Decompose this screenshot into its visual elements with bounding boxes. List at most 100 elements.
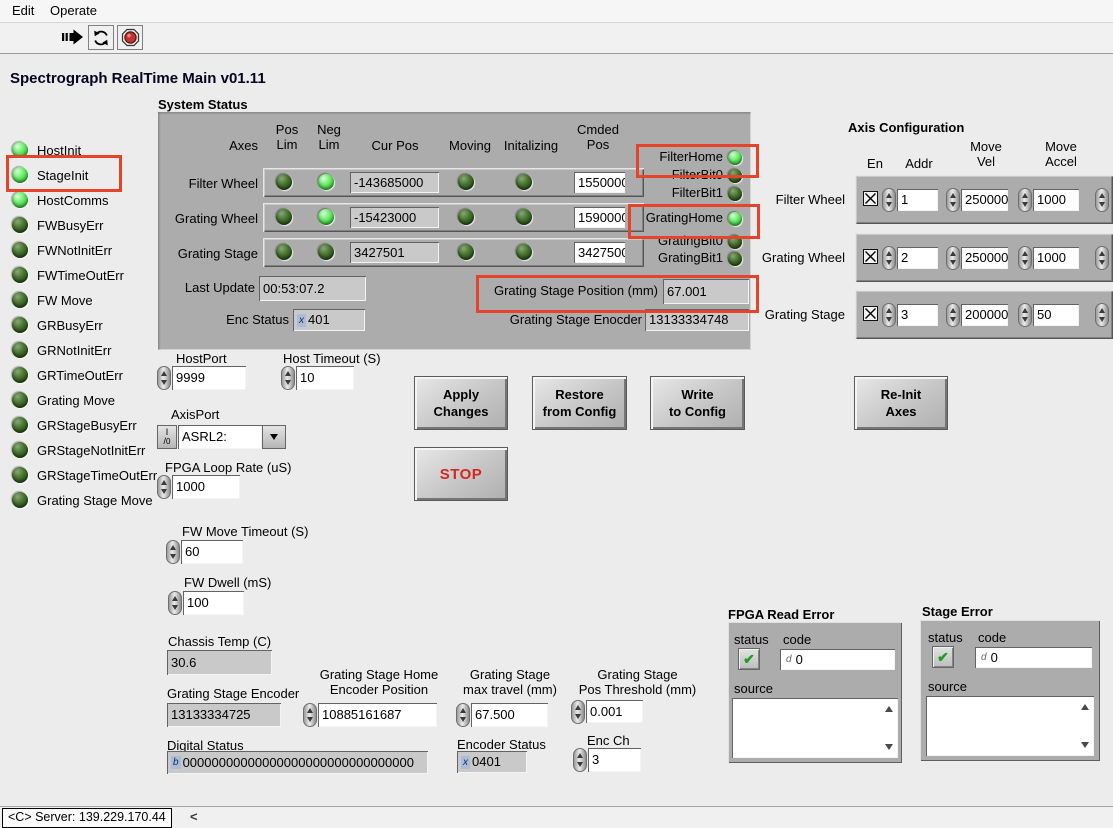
col-header-addr: Addr	[900, 156, 938, 171]
fpga-loop-rate-field[interactable]: 1000	[172, 475, 240, 499]
checked-x-icon	[864, 250, 877, 263]
move-accel-increment-decrement[interactable]	[1018, 303, 1032, 327]
addr-field[interactable]: 3	[897, 304, 938, 326]
axis-config-row: 3 200000 50	[855, 290, 1113, 339]
clipped-increment-decrement[interactable]	[1095, 246, 1109, 270]
move-vel-field[interactable]: 200000	[961, 304, 1008, 326]
abort-icon[interactable]	[117, 25, 143, 50]
enable-checkbox[interactable]	[863, 249, 878, 264]
list-item: FWBusyErr	[12, 214, 103, 236]
led-label: GRStageTimeOutErr	[37, 468, 157, 483]
cur-pos-indicator: 3427501	[350, 242, 439, 263]
hostport-increment-decrement[interactable]	[157, 366, 171, 390]
move-accel-increment-decrement[interactable]	[1018, 246, 1032, 270]
gs-pos-threshold-field[interactable]: 0.001	[586, 700, 643, 723]
fpga-loop-rate-increment-decrement[interactable]	[157, 475, 171, 499]
move-accel-field[interactable]: 50	[1033, 304, 1079, 326]
restore-from-config-button[interactable]: Restore from Config	[532, 376, 627, 430]
addr-field[interactable]: 1	[897, 189, 938, 211]
axisport-dropdown-button[interactable]	[262, 425, 286, 449]
neg-lim-led	[318, 209, 334, 225]
list-item: Grating Move	[12, 389, 115, 411]
code-field[interactable]: d0	[975, 647, 1092, 668]
move-vel-field[interactable]: 250000	[961, 247, 1008, 269]
move-accel-increment-decrement[interactable]	[1018, 188, 1032, 212]
led-label: HostInit	[37, 143, 81, 158]
status-label: status	[928, 630, 963, 645]
menu-item-edit[interactable]: Edit	[12, 3, 34, 18]
enc-ch-increment-decrement[interactable]	[573, 748, 587, 772]
gs-pos-threshold-increment-decrement[interactable]	[571, 700, 585, 724]
gs-home-encoder-position-field[interactable]: 10885161687	[318, 703, 437, 727]
clipped-increment-decrement[interactable]	[1095, 188, 1109, 212]
fw-move-timeout-increment-decrement[interactable]	[166, 540, 180, 564]
write-to-config-button[interactable]: Write to Config	[650, 376, 745, 430]
scroll-up-icon[interactable]	[885, 706, 893, 712]
gs-max-travel-field[interactable]: 67.500	[471, 703, 548, 727]
move-vel-field[interactable]: 250000	[961, 189, 1008, 211]
neg-lim-led	[318, 244, 334, 260]
source-textarea[interactable]	[926, 696, 1094, 756]
move-vel-increment-decrement[interactable]	[946, 303, 960, 327]
scroll-left-icon[interactable]: <	[190, 809, 198, 824]
continuous-run-icon[interactable]	[88, 25, 114, 50]
hostinit-led	[12, 142, 28, 158]
addr-field[interactable]: 2	[897, 247, 938, 269]
gs-max-travel-increment-decrement[interactable]	[456, 703, 470, 727]
host-timeout-increment-decrement[interactable]	[281, 366, 295, 390]
enc-ch-field[interactable]: 3	[588, 748, 641, 772]
led-label: FWNotInitErr	[37, 243, 112, 258]
page-title: Spectrograph RealTime Main v01.11	[10, 70, 266, 87]
col-header-pos-lim: Pos Lim	[271, 122, 303, 152]
scroll-down-icon[interactable]	[885, 744, 893, 750]
addr-increment-decrement[interactable]	[882, 303, 896, 327]
axisport-combo-value[interactable]: ASRL2:	[178, 425, 262, 449]
enable-checkbox[interactable]	[863, 191, 878, 206]
enable-checkbox[interactable]	[863, 306, 878, 321]
stop-button[interactable]: STOP	[414, 447, 508, 501]
cmded-pos-field[interactable]: 1590000	[574, 207, 625, 228]
host-timeout-field[interactable]: 10	[296, 366, 354, 390]
led-label: Grating Stage Move	[37, 493, 153, 508]
move-accel-field[interactable]: 1000	[1033, 247, 1079, 269]
cmded-pos-field[interactable]: 1550000	[574, 172, 625, 193]
apply-changes-button[interactable]: Apply Changes	[414, 376, 508, 430]
axis-config-row-label: Grating Wheel	[755, 250, 845, 265]
gs-home-encoder-increment-decrement[interactable]	[303, 703, 317, 727]
run-icon[interactable]	[62, 28, 84, 49]
fw-move-timeout-field[interactable]: 60	[181, 540, 243, 564]
moving-led	[458, 209, 474, 225]
gratinghome-led	[728, 212, 742, 226]
cmded-pos-field[interactable]: 3427500	[574, 242, 625, 263]
pos-lim-led	[276, 174, 292, 190]
grstagetimeouterr-led	[12, 467, 28, 483]
scroll-down-icon[interactable]	[1081, 742, 1089, 748]
grating-stage-enocder-label: Grating Stage Enocder	[502, 312, 642, 327]
fw-dwell-increment-decrement[interactable]	[168, 591, 182, 615]
grating-stage-enocder-indicator: 13133334748	[645, 309, 749, 331]
led-label: HostComms	[37, 193, 109, 208]
filterhome-led	[728, 151, 742, 165]
hostport-field[interactable]: 9999	[172, 366, 246, 390]
fw-dwell-field[interactable]: 100	[183, 591, 244, 615]
gratingbit0-label: GratingBit0	[628, 233, 723, 248]
led-label: GRTimeOutErr	[37, 368, 123, 383]
move-accel-field[interactable]: 1000	[1033, 189, 1079, 211]
move-vel-increment-decrement[interactable]	[946, 246, 960, 270]
axis-config-row-label: Filter Wheel	[755, 192, 845, 207]
source-textarea[interactable]	[732, 698, 898, 758]
chevron-down-icon	[270, 434, 278, 440]
reinit-axes-button[interactable]: Re-Init Axes	[854, 376, 948, 430]
move-vel-increment-decrement[interactable]	[946, 188, 960, 212]
menu-item-operate[interactable]: Operate	[50, 3, 97, 18]
encoder-status-label: Encoder Status	[457, 737, 546, 752]
chassis-temp-label: Chassis Temp (C)	[168, 634, 271, 649]
fwnotiniterr-led	[12, 242, 28, 258]
radix-decimal: d	[784, 653, 794, 666]
code-field[interactable]: d0	[780, 649, 895, 670]
addr-increment-decrement[interactable]	[882, 188, 896, 212]
scroll-up-icon[interactable]	[1081, 704, 1089, 710]
list-item: GRTimeOutErr	[12, 364, 123, 386]
clipped-increment-decrement[interactable]	[1095, 303, 1109, 327]
addr-increment-decrement[interactable]	[882, 246, 896, 270]
